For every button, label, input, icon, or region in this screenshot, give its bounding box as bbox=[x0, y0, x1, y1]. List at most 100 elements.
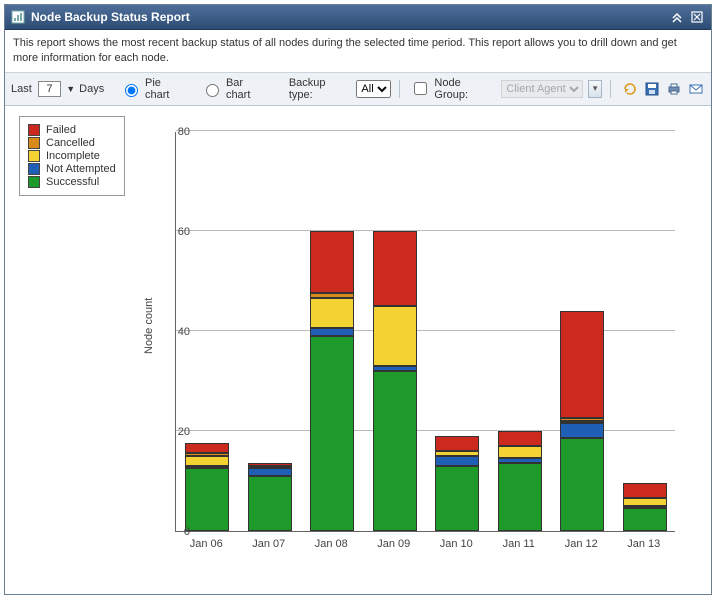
y-tick-label: 60 bbox=[160, 226, 190, 238]
pie-chart-label: Pie chart bbox=[145, 77, 187, 101]
backup-type-select[interactable]: All bbox=[356, 80, 391, 98]
panel-titlebar: Node Backup Status Report bbox=[5, 5, 711, 30]
bar-segment bbox=[435, 451, 479, 456]
y-tick-label: 20 bbox=[160, 426, 190, 438]
print-icon bbox=[666, 81, 682, 97]
bar-segment bbox=[248, 463, 292, 466]
email-button[interactable] bbox=[687, 80, 705, 98]
x-tick-label: Jan 11 bbox=[488, 538, 550, 550]
save-icon bbox=[644, 81, 660, 97]
report-description: This report shows the most recent backup… bbox=[5, 30, 711, 73]
pie-chart-radio[interactable] bbox=[125, 84, 138, 97]
collapse-button[interactable] bbox=[669, 9, 685, 25]
legend-swatch bbox=[28, 137, 40, 149]
last-label: Last bbox=[11, 83, 32, 95]
legend-item: Incomplete bbox=[28, 150, 116, 162]
toolbar-separator-2 bbox=[610, 80, 611, 98]
y-axis-title: Node count bbox=[143, 297, 155, 353]
bar-segment bbox=[310, 293, 354, 298]
y-tick-label: 80 bbox=[160, 126, 190, 138]
bar-column bbox=[310, 231, 354, 531]
legend-item: Not Attempted bbox=[28, 163, 116, 175]
bar-segment bbox=[560, 421, 604, 424]
toolbar-separator bbox=[399, 80, 400, 98]
bar-column bbox=[373, 231, 417, 531]
x-tick-label: Jan 07 bbox=[238, 538, 300, 550]
bar-segment bbox=[498, 431, 542, 446]
node-group-select[interactable]: Client Agent bbox=[501, 80, 583, 98]
bar-segment bbox=[185, 456, 229, 466]
chevron-up-double-icon bbox=[671, 11, 683, 23]
legend-label: Successful bbox=[46, 176, 99, 188]
bar-segment bbox=[373, 231, 417, 306]
bar-column bbox=[248, 463, 292, 531]
chart-legend: FailedCancelledIncompleteNot AttemptedSu… bbox=[19, 116, 125, 196]
bar-segment bbox=[623, 483, 667, 498]
bar-segment bbox=[623, 508, 667, 531]
bar-segment bbox=[623, 498, 667, 506]
close-button[interactable] bbox=[689, 9, 705, 25]
x-tick-label: Jan 10 bbox=[425, 538, 487, 550]
bar-chart-radio[interactable] bbox=[206, 84, 219, 97]
email-icon bbox=[688, 81, 704, 97]
bar-segment bbox=[498, 446, 542, 459]
bar-segment bbox=[248, 466, 292, 469]
refresh-icon bbox=[622, 81, 638, 97]
bar-segment bbox=[623, 506, 667, 509]
bar-segment bbox=[185, 453, 229, 456]
report-panel: Node Backup Status Report This report sh… bbox=[4, 4, 712, 595]
bar-segment bbox=[498, 458, 542, 463]
bar-chart-label: Bar chart bbox=[226, 77, 269, 101]
days-input[interactable]: 7 bbox=[38, 81, 61, 97]
plot-area bbox=[175, 132, 675, 532]
bar-segment bbox=[310, 298, 354, 328]
bar-segment bbox=[373, 306, 417, 366]
bar-column bbox=[185, 443, 229, 531]
print-button[interactable] bbox=[665, 80, 683, 98]
days-dropdown-caret[interactable]: ▼ bbox=[66, 84, 75, 94]
legend-swatch bbox=[28, 150, 40, 162]
x-tick-label: Jan 13 bbox=[613, 538, 675, 550]
bar-segment bbox=[248, 468, 292, 476]
node-group-checkbox[interactable] bbox=[414, 82, 427, 95]
legend-swatch bbox=[28, 163, 40, 175]
node-group-extra-dropdown[interactable]: ▾ bbox=[588, 80, 602, 98]
bar-column bbox=[498, 431, 542, 531]
legend-swatch bbox=[28, 176, 40, 188]
bar-segment bbox=[373, 366, 417, 371]
days-label: Days bbox=[79, 83, 104, 95]
legend-item: Successful bbox=[28, 176, 116, 188]
bar-segment bbox=[310, 336, 354, 531]
x-tick-label: Jan 12 bbox=[550, 538, 612, 550]
x-tick-label: Jan 08 bbox=[300, 538, 362, 550]
save-button[interactable] bbox=[643, 80, 661, 98]
x-tick-label: Jan 09 bbox=[363, 538, 425, 550]
close-icon bbox=[691, 11, 703, 23]
bar-segment bbox=[185, 468, 229, 531]
bar-segment bbox=[560, 418, 604, 421]
refresh-button[interactable] bbox=[621, 80, 639, 98]
legend-label: Not Attempted bbox=[46, 163, 116, 175]
bar-segment bbox=[498, 463, 542, 531]
node-group-label: Node Group: bbox=[434, 77, 495, 101]
grid-line bbox=[176, 130, 675, 131]
legend-item: Failed bbox=[28, 124, 116, 136]
bar-segment bbox=[185, 443, 229, 453]
legend-label: Cancelled bbox=[46, 137, 95, 149]
legend-swatch bbox=[28, 124, 40, 136]
bar-segment bbox=[435, 456, 479, 466]
bar-segment bbox=[310, 231, 354, 294]
report-icon bbox=[11, 10, 25, 24]
bar-segment bbox=[248, 476, 292, 531]
panel-title: Node Backup Status Report bbox=[31, 10, 190, 24]
bar-column bbox=[435, 436, 479, 531]
chart-container: FailedCancelledIncompleteNot AttemptedSu… bbox=[5, 106, 711, 594]
grid-line bbox=[176, 230, 675, 231]
bar-segment bbox=[435, 436, 479, 451]
bar-segment bbox=[560, 423, 604, 438]
bar-segment bbox=[310, 328, 354, 336]
y-tick-label: 0 bbox=[160, 526, 190, 538]
bar-segment bbox=[560, 311, 604, 419]
bar-column bbox=[560, 311, 604, 531]
bar-segment bbox=[435, 466, 479, 531]
